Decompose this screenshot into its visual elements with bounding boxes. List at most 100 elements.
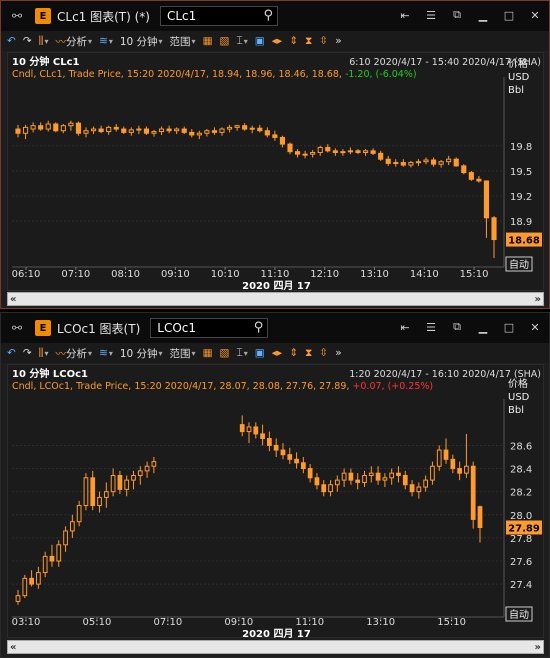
- candle-body: [15, 595, 21, 602]
- popout-icon[interactable]: ⧉: [449, 319, 465, 335]
- candle-body: [63, 530, 68, 546]
- zoom-horizontal-icon[interactable]: ◂▸: [270, 33, 285, 49]
- chart-legend: Cndl, CLc1, Trade Price, 15:20 2020/4/17…: [12, 69, 417, 80]
- range-menu[interactable]: 范围 ▾: [168, 33, 198, 49]
- candle-body: [453, 158, 459, 167]
- time-scrollbar[interactable]: « »: [7, 292, 544, 306]
- legend-values: Cndl, LCOc1, Trade Price, 15:20 2020/4/1…: [12, 381, 352, 392]
- candle-body: [49, 555, 55, 562]
- candle-body: [128, 129, 134, 133]
- redo-icon[interactable]: ↷: [21, 33, 34, 49]
- zoom-reset-icon[interactable]: ⧗: [303, 33, 314, 49]
- candle-body: [408, 162, 414, 166]
- candle-body: [90, 128, 97, 132]
- scroll-icon[interactable]: ⇳: [317, 345, 330, 361]
- time-tick-label: 11:10: [261, 269, 290, 280]
- price-axis-title: Bbl: [508, 85, 524, 96]
- candle-body: [29, 577, 34, 585]
- draw-chart-icon[interactable]: ▦: [201, 345, 215, 361]
- chart-type-icon[interactable]: ⫼ ▾: [37, 33, 51, 49]
- close-icon[interactable]: ✕: [527, 7, 543, 23]
- ric-search-input[interactable]: LCOc1 ⚲: [150, 318, 269, 338]
- zoom-vertical-icon[interactable]: ⇕: [287, 345, 300, 361]
- candle-body: [443, 449, 449, 460]
- menu-icon[interactable]: ☰: [423, 319, 439, 335]
- candle-body: [491, 217, 497, 241]
- candle-body: [355, 479, 361, 483]
- candlestick-chart[interactable]: 10 分钟 CLc1 6:10 2020/4/17 - 15:40 2020/4/…: [8, 53, 545, 292]
- candlestick-chart[interactable]: 10 分钟 LCOc1 1:20 2020/4/17 - 16:10 2020/4…: [8, 365, 545, 640]
- analysis-icon: 〰: [55, 347, 66, 360]
- scroll-right-icon[interactable]: »: [535, 642, 541, 653]
- candle-body: [144, 465, 150, 472]
- scroll-left-icon[interactable]: «: [10, 294, 16, 305]
- price-tick-label: 27.4: [510, 580, 532, 591]
- auto-scale-label: 自动: [509, 258, 529, 271]
- candle-body: [396, 472, 401, 476]
- more-icon[interactable]: »: [333, 33, 343, 49]
- compare-icon[interactable]: ≋ ▾: [97, 345, 115, 361]
- undo-icon[interactable]: ↶: [5, 33, 18, 49]
- candle-body: [287, 143, 293, 153]
- maximize-icon[interactable]: □: [501, 319, 517, 335]
- range-menu[interactable]: 范围 ▾: [168, 345, 198, 361]
- crosshair-icon[interactable]: ⌶ ▾: [234, 33, 249, 49]
- analysis-menu[interactable]: 〰分析 ▾: [53, 33, 94, 49]
- time-scrollbar[interactable]: « »: [7, 640, 544, 654]
- analysis-menu[interactable]: 〰分析 ▾: [53, 345, 94, 361]
- title-bar: ⚯ E CLc1 图表(T) (*) CLc1 ⚲ ⇤ ☰ ⧉ ▁ □ ✕: [1, 1, 549, 31]
- chart-header-title: 10 分钟 LCOc1: [12, 367, 88, 380]
- link-icon[interactable]: ⚯: [9, 320, 25, 336]
- scroll-icon[interactable]: ⇳: [317, 33, 330, 49]
- chart-panel[interactable]: 10 分钟 LCOc1 1:20 2020/4/17 - 16:10 2020/4…: [7, 364, 545, 640]
- popout-icon[interactable]: ⧉: [449, 7, 465, 23]
- candle-body: [68, 122, 74, 127]
- title-bar: ⚯ E LCOc1 图表(T) LCOc1 ⚲ ⇤ ☰ ⧉ ▁ □ ✕: [1, 313, 549, 343]
- chart-type-icon[interactable]: ⫼ ▾: [37, 345, 51, 361]
- price-tick-label: 19.5: [510, 167, 532, 178]
- zoom-reset-icon[interactable]: ⧗: [303, 345, 314, 361]
- time-tick-label: 11:10: [295, 617, 324, 628]
- candle-body: [347, 150, 354, 153]
- compare-icon[interactable]: ≋ ▾: [97, 33, 115, 49]
- fit-icon[interactable]: ▣: [253, 33, 267, 49]
- candle-body: [253, 426, 259, 435]
- search-icon[interactable]: ⚲: [263, 8, 273, 23]
- fit-icon[interactable]: ▣: [253, 345, 267, 361]
- close-icon[interactable]: ✕: [527, 319, 543, 335]
- ric-search-input[interactable]: CLc1 ⚲: [159, 6, 278, 26]
- link-icon[interactable]: ⚯: [9, 8, 25, 24]
- share-icon[interactable]: ⇤: [397, 7, 413, 23]
- menu-icon[interactable]: ☰: [423, 7, 439, 23]
- scroll-left-icon[interactable]: «: [10, 642, 16, 653]
- candle-body: [423, 479, 429, 488]
- search-icon[interactable]: ⚲: [254, 320, 264, 335]
- chart-panel[interactable]: 10 分钟 CLc1 6:10 2020/4/17 - 15:40 2020/4/…: [7, 52, 545, 292]
- time-tick-label: 06:10: [12, 269, 41, 280]
- redo-icon[interactable]: ↷: [21, 345, 34, 361]
- chart-app-icon: E: [35, 8, 51, 24]
- share-icon[interactable]: ⇤: [397, 319, 413, 335]
- draw-line-icon[interactable]: ▧: [217, 345, 231, 361]
- time-tick-label: 13:10: [360, 269, 389, 280]
- more-icon[interactable]: »: [333, 345, 343, 361]
- minimize-icon[interactable]: ▁: [475, 7, 491, 23]
- draw-chart-icon[interactable]: ▦: [201, 33, 215, 49]
- candle-body: [211, 130, 218, 133]
- zoom-vertical-icon[interactable]: ⇕: [287, 33, 300, 49]
- candle-body: [300, 462, 306, 470]
- draw-line-icon[interactable]: ▧: [217, 33, 231, 49]
- candle-body: [348, 472, 354, 481]
- candle-body: [239, 424, 245, 433]
- maximize-icon[interactable]: □: [501, 7, 517, 23]
- undo-icon[interactable]: ↶: [5, 345, 18, 361]
- minimize-icon[interactable]: ▁: [475, 319, 491, 335]
- candle-body: [257, 127, 263, 132]
- candle-body: [468, 172, 474, 180]
- crosshair-icon[interactable]: ⌶ ▾: [234, 345, 249, 361]
- candle-body: [321, 484, 327, 493]
- zoom-horizontal-icon[interactable]: ◂▸: [270, 345, 285, 361]
- interval-menu[interactable]: 10 分钟 ▾: [118, 33, 165, 49]
- scroll-right-icon[interactable]: »: [535, 294, 541, 305]
- interval-menu[interactable]: 10 分钟 ▾: [118, 345, 165, 361]
